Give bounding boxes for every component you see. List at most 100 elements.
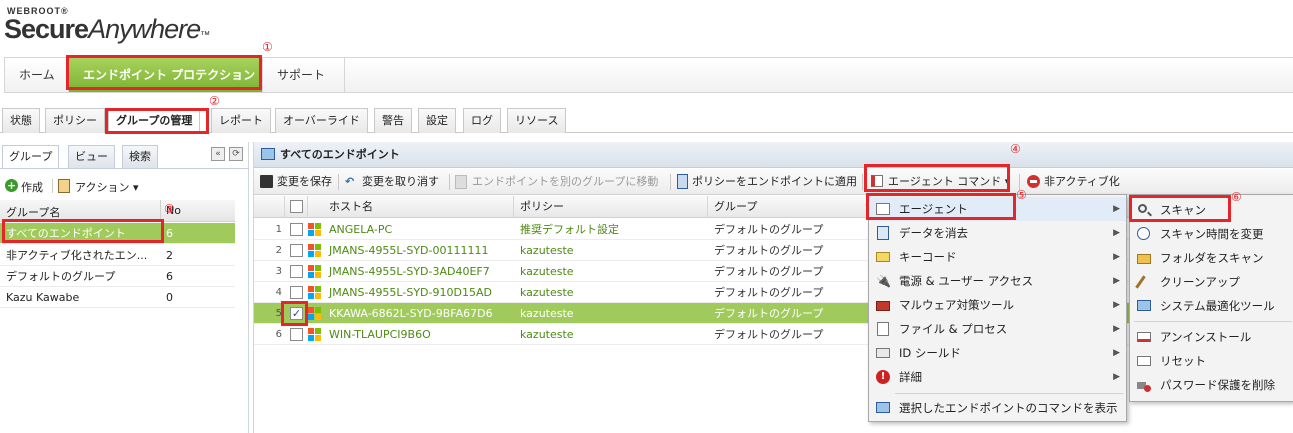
tab-reports[interactable]: レポート [211, 108, 271, 133]
group-name: デフォルトのグループ [714, 244, 824, 257]
host-name[interactable]: WIN-TLAUPCI9B6O [329, 324, 431, 345]
row-checkbox[interactable] [290, 265, 303, 278]
host-name[interactable]: KKAWA-6862L-SYD-9BFA67D6 [329, 303, 493, 324]
clock-icon [1137, 227, 1151, 241]
deactivate-button[interactable]: 非アクティブ化 [1044, 173, 1120, 191]
host-name[interactable]: JMANS-4955L-SYD-3AD40EF7 [329, 261, 490, 282]
submenu-item-remove-password[interactable]: パスワード保護を削除 [1130, 373, 1292, 397]
menu-item-keycode[interactable]: キーコード ▶ [869, 245, 1126, 269]
windows-icon [308, 244, 322, 258]
group-row[interactable]: デフォルトのグループ 6 [0, 266, 235, 287]
host-name[interactable]: JMANS-4955L-SYD-00111111 [329, 240, 488, 261]
policy-name[interactable]: kazuteste [520, 303, 574, 324]
group-name: デフォルトのグループ [714, 328, 824, 341]
column-group-name[interactable]: グループ名 [6, 204, 60, 220]
menu-item-malware-tools[interactable]: マルウェア対策ツール ▶ [869, 293, 1126, 317]
host-name[interactable]: ANGELA-PC [329, 219, 392, 240]
tab-search[interactable]: 検索 [122, 145, 158, 169]
add-icon: + [5, 179, 18, 192]
submenu-item-system-optimizer[interactable]: システム最適化ツール [1130, 294, 1292, 318]
group-panel: グループ ビュー 検索 « ⟳ + 作成 アクション ▾ グループ名 No すべ… [0, 142, 249, 433]
menu-item-power-user-access[interactable]: 🔌 電源 & ユーザー アクセス ▶ [869, 269, 1126, 293]
annotation-box-1 [66, 55, 262, 90]
menu-item-id-shield[interactable]: ID シールド ▶ [869, 341, 1126, 365]
group-name: デフォルトのグループ [714, 307, 824, 320]
menu-item-file-process[interactable]: ファイル & プロセス ▶ [869, 317, 1126, 341]
erase-data-icon [876, 226, 890, 240]
deactivate-icon [1027, 175, 1040, 188]
tab-overrides[interactable]: オーバーライド [275, 108, 368, 133]
row-checkbox[interactable] [290, 328, 303, 341]
column-host[interactable]: ホスト名 [329, 196, 373, 218]
action-button[interactable]: アクション ▾ [75, 179, 138, 195]
policy-name[interactable]: kazuteste [520, 240, 574, 261]
file-process-icon [876, 322, 890, 336]
remove-password-icon [1137, 378, 1151, 392]
annotation-box-6 [1129, 195, 1231, 222]
endpoint-panel-header: すべてのエンドポイント [254, 142, 1293, 168]
select-all-checkbox[interactable] [290, 200, 303, 213]
monitor-icon [261, 148, 275, 160]
annotation-box-3 [2, 219, 164, 243]
submenu-item-scan-folder[interactable]: フォルダをスキャン [1130, 246, 1292, 270]
host-name[interactable]: JMANS-4955L-SYD-910D15AD [329, 282, 492, 303]
group-row[interactable]: Kazu Kawabe 0 [0, 287, 235, 308]
tab-alerts[interactable]: 警告 [374, 108, 412, 133]
tab-groups[interactable]: グループ [2, 145, 60, 169]
broom-icon [1135, 275, 1151, 289]
nav-support[interactable]: サポート [263, 58, 345, 92]
tab-settings[interactable]: 設定 [418, 108, 456, 133]
tab-resources[interactable]: リソース [507, 108, 567, 133]
save-button[interactable]: 変更を保存 [277, 173, 332, 191]
row-number: 3 [275, 266, 282, 277]
create-button[interactable]: 作成 [21, 179, 43, 195]
optimizer-icon [1137, 299, 1151, 313]
agent-command-menu: エージェント ▶ データを消去 ▶ キーコード ▶ 🔌 電源 & ユーザー アクセス ▶… [868, 194, 1127, 422]
windows-icon [308, 265, 322, 279]
folder-scan-icon [1137, 251, 1151, 265]
keycode-icon [876, 250, 890, 264]
monitor-icon [876, 401, 890, 415]
policy-name[interactable]: kazuteste [520, 282, 574, 303]
group-row[interactable]: 非アクティブ化されたエン... 2 [0, 245, 235, 266]
undo-icon: ↶ [345, 175, 355, 188]
row-checkbox[interactable] [290, 223, 303, 236]
row-checkbox[interactable] [290, 286, 303, 299]
column-group[interactable]: グループ [714, 196, 757, 218]
menu-item-advanced[interactable]: ! 詳細 ▶ [869, 365, 1126, 389]
row-number: 5 [275, 308, 282, 319]
move-endpoint-button[interactable]: エンドポイントを別のグループに移動 [472, 173, 658, 191]
endpoint-toolbar: 変更を保存 ↶ 変更を取り消す エンドポイントを別のグループに移動 ポリシーをエ… [254, 169, 1293, 195]
tab-policy[interactable]: ポリシー [45, 108, 105, 133]
uninstall-icon [1137, 330, 1151, 344]
policy-name[interactable]: kazuteste [520, 261, 574, 282]
apply-policy-button[interactable]: ポリシーをエンドポイントに適用 [692, 173, 857, 191]
tab-divider [0, 168, 249, 169]
submenu-item-reset[interactable]: リセット [1130, 349, 1292, 373]
refresh-icon[interactable]: ⟳ [229, 147, 243, 161]
undo-button[interactable]: 変更を取り消す [362, 173, 439, 191]
menu-item-erase-data[interactable]: データを消去 ▶ [869, 221, 1126, 245]
row-checkbox[interactable] [290, 244, 303, 257]
row-number: 4 [275, 287, 282, 298]
save-icon [260, 175, 273, 188]
menu-item-show-commands[interactable]: 選択したエンドポイントのコマンドを表示 [869, 396, 1126, 420]
row-number: 6 [275, 329, 282, 340]
policy-icon [677, 174, 688, 189]
submenu-item-change-scan-time[interactable]: スキャン時間を変更 [1130, 222, 1292, 246]
policy-name[interactable]: 推奨デフォルト設定 [520, 219, 619, 240]
tab-logs[interactable]: ログ [463, 108, 501, 133]
tab-views[interactable]: ビュー [68, 145, 115, 169]
annotation-2: ② [209, 94, 220, 108]
collapse-icon[interactable]: « [211, 147, 225, 161]
annotation-box-4 [864, 164, 1010, 192]
tab-status[interactable]: 状態 [2, 108, 40, 133]
column-policy[interactable]: ポリシー [520, 196, 564, 218]
submenu-item-cleanup[interactable]: クリーンアップ [1130, 270, 1292, 294]
group-name: デフォルトのグループ [714, 286, 824, 299]
policy-name[interactable]: kazuteste [520, 324, 574, 345]
power-plug-icon: 🔌 [876, 274, 891, 288]
nav-home[interactable]: ホーム [5, 58, 69, 92]
submenu-item-uninstall[interactable]: アンインストール [1130, 325, 1292, 349]
annotation-4: ④ [1010, 142, 1021, 156]
